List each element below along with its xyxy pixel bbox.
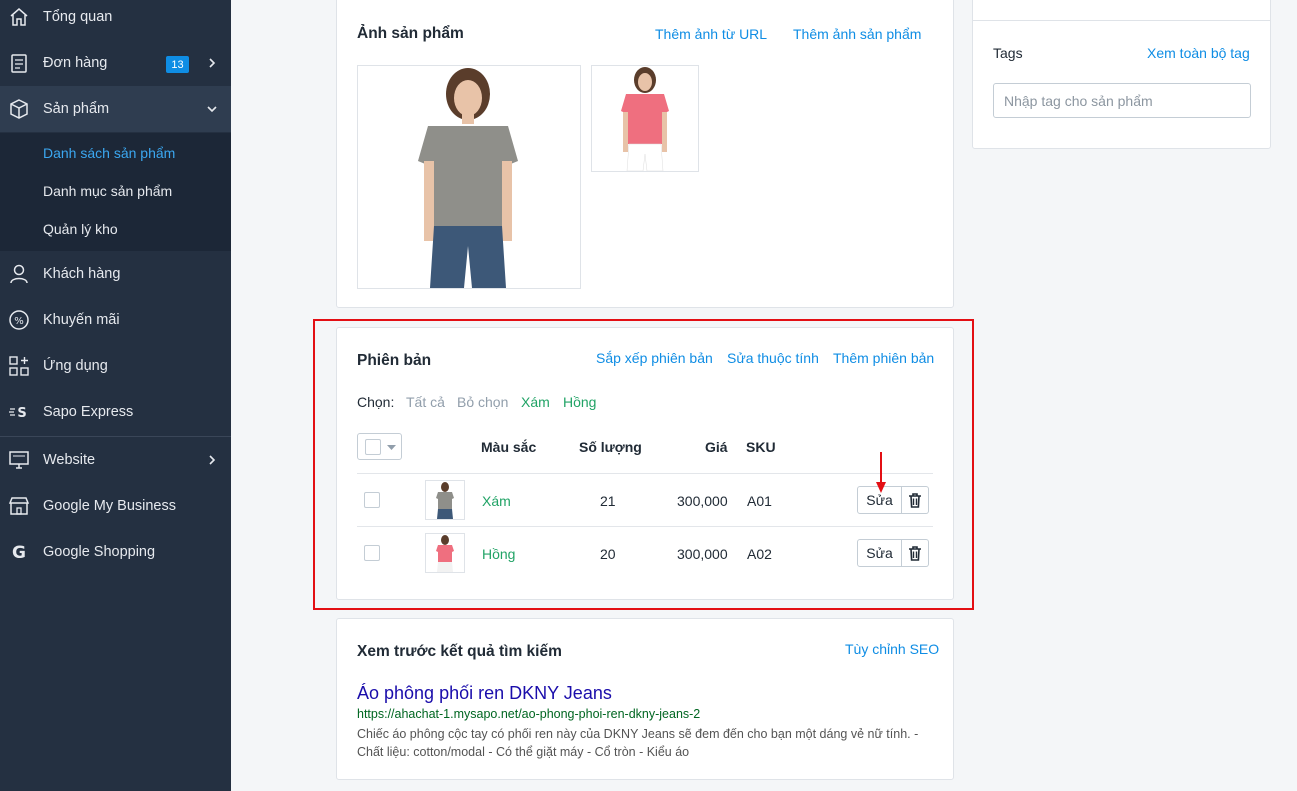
home-icon (8, 6, 30, 28)
card-title: Ảnh sản phẩm (357, 25, 464, 42)
seo-url: https://ahachat-1.mysapo.net/ao-phong-ph… (357, 707, 701, 721)
google-icon: G (8, 541, 30, 563)
add-image-from-url-link[interactable]: Thêm ảnh từ URL (655, 26, 767, 42)
pink-shirt-photo (592, 66, 698, 171)
store-icon (8, 495, 30, 517)
nav-label: Website (43, 452, 96, 468)
product-image-secondary[interactable] (591, 65, 699, 172)
nav-orders[interactable]: Đơn hàng (0, 40, 231, 86)
nav-products[interactable]: Sản phẩm (0, 86, 231, 132)
nav-label: Sản phẩm (43, 101, 110, 117)
nav-label: Tổng quan (43, 9, 113, 25)
card-title: Xem trước kết quả tìm kiếm (357, 643, 562, 660)
orders-icon (8, 52, 30, 74)
nav-website[interactable]: Website (0, 437, 231, 483)
submenu-product-list[interactable]: Danh sách sản phẩm (43, 145, 175, 161)
gray-shirt-photo (358, 66, 580, 288)
seo-page-title: Áo phông phối ren DKNY Jeans (357, 683, 612, 703)
svg-text:%: % (14, 316, 24, 327)
customize-seo-link[interactable]: Tùy chỉnh SEO (845, 641, 939, 657)
nav-overview[interactable]: Tổng quan (0, 0, 231, 40)
nav-label: Sapo Express (43, 404, 134, 420)
percent-icon: % (8, 309, 30, 331)
nav-label: Khuyến mãi (43, 312, 120, 328)
nav-google-shopping[interactable]: G Google Shopping (0, 529, 231, 575)
svg-text:S: S (17, 406, 26, 421)
highlight-box (313, 319, 974, 610)
add-product-image-link[interactable]: Thêm ảnh sản phẩm (793, 26, 921, 42)
seo-description: Chiếc áo phông cộc tay có phối ren này c… (357, 727, 919, 759)
tag-input[interactable] (993, 83, 1251, 118)
apps-icon (8, 355, 30, 377)
nav-label: Google My Business (43, 498, 176, 514)
nav-label: Ứng dụng (43, 358, 108, 374)
tags-card (972, 0, 1271, 149)
chevron-down-icon (207, 106, 217, 113)
sidebar: Tổng quan Đơn hàng 13 Sản phẩm Danh sách… (0, 0, 231, 791)
box-icon (8, 98, 30, 120)
view-all-tags-link[interactable]: Xem toàn bộ tag (1147, 45, 1250, 61)
nav-label: Khách hàng (43, 266, 121, 282)
nav-sapo-express[interactable]: S Sapo Express (0, 389, 231, 435)
nav-label: Google Shopping (43, 544, 156, 560)
nav-promotions[interactable]: % Khuyến mãi (0, 297, 231, 343)
monitor-icon (8, 449, 30, 471)
svg-text:G: G (12, 543, 26, 563)
chevron-right-icon (209, 455, 216, 465)
orders-count-badge: 13 (166, 56, 189, 73)
submenu-inventory[interactable]: Quản lý kho (43, 221, 118, 237)
nav-customers[interactable]: Khách hàng (0, 251, 231, 297)
user-icon (8, 263, 30, 285)
nav-google-my-business[interactable]: Google My Business (0, 483, 231, 529)
tags-label: Tags (993, 45, 1023, 61)
product-image-main[interactable] (357, 65, 581, 289)
nav-label: Đơn hàng (43, 55, 108, 71)
tags-card-divider (973, 20, 1270, 21)
express-icon: S (8, 401, 30, 423)
submenu-product-categories[interactable]: Danh mục sản phẩm (43, 183, 172, 199)
chevron-right-icon (209, 58, 216, 68)
nav-apps[interactable]: Ứng dụng (0, 343, 231, 389)
products-submenu: Danh sách sản phẩm Danh mục sản phẩm Quả… (0, 133, 231, 251)
